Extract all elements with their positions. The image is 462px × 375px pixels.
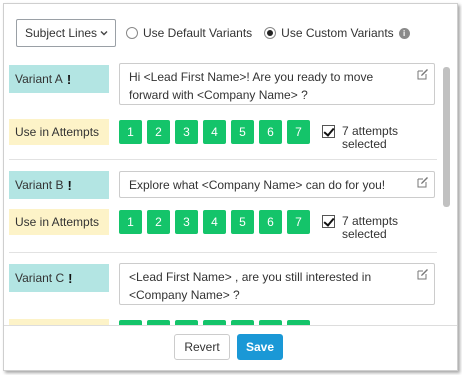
variant-label: Variant A ! xyxy=(9,65,109,93)
revert-button[interactable]: Revert xyxy=(174,334,230,360)
radio-custom-label: Use Custom Variants xyxy=(281,26,394,40)
chevron-down-icon xyxy=(100,31,108,36)
edit-icon[interactable] xyxy=(417,68,429,80)
attempt-button-1[interactable]: 1 xyxy=(119,210,142,234)
variant-message-text: <Lead First Name> , are you still intere… xyxy=(129,270,372,302)
attempt-button-3[interactable]: 3 xyxy=(175,120,198,144)
attempt-button-2[interactable]: 2 xyxy=(147,210,170,234)
select-all-attempts-checkbox[interactable] xyxy=(322,125,335,138)
scrollbar-thumb[interactable] xyxy=(443,67,450,207)
attempt-button-6[interactable]: 6 xyxy=(259,210,282,234)
type-select-value: Subject Lines xyxy=(25,26,98,40)
variant-label: Variant C ! xyxy=(9,264,109,292)
attempt-buttons: 1 2 3 4 5 6 7 xyxy=(119,120,315,144)
attempts-selected-count: 7 attempts selected xyxy=(342,214,399,241)
variant-mode-radios: Use Default Variants Use Custom Variants… xyxy=(126,26,410,40)
variant-message-text: Explore what <Company Name> can do for y… xyxy=(129,178,386,192)
radio-default-label: Use Default Variants xyxy=(143,26,253,40)
divider xyxy=(9,159,437,160)
footer-actions: Revert Save xyxy=(4,325,457,370)
warning-icon: ! xyxy=(66,71,72,87)
use-in-attempts-label: Use in Attempts xyxy=(9,119,109,145)
radio-custom-variants[interactable] xyxy=(264,27,277,39)
attempt-button-6[interactable]: 6 xyxy=(259,120,282,144)
attempt-button-7[interactable]: 7 xyxy=(287,210,310,234)
edit-icon[interactable] xyxy=(417,176,429,188)
info-icon[interactable]: i xyxy=(398,27,410,39)
variants-list[interactable]: Variant A ! Hi <Lead First Name>! Are yo… xyxy=(4,57,457,325)
variant-label: Variant B ! xyxy=(9,171,109,199)
variant-label-text: Variant A xyxy=(15,72,63,86)
attempt-button-4[interactable]: 4 xyxy=(203,210,226,234)
attempt-button-5[interactable]: 5 xyxy=(231,120,254,144)
edit-icon[interactable] xyxy=(417,268,429,280)
attempt-buttons: 1 2 3 4 5 6 7 xyxy=(119,210,315,234)
warning-icon: ! xyxy=(68,270,73,286)
use-in-attempts-text: Use in Attempts xyxy=(15,125,100,139)
attempt-button-5[interactable]: 5 xyxy=(231,210,254,234)
attempt-button-3[interactable]: 3 xyxy=(175,210,198,234)
variant-message-input[interactable]: Explore what <Company Name> can do for y… xyxy=(119,171,435,198)
save-button[interactable]: Save xyxy=(237,334,283,360)
header-controls: Subject Lines Use Default Variants Use C… xyxy=(16,19,410,47)
variant-editor-panel: Subject Lines Use Default Variants Use C… xyxy=(3,3,458,371)
attempt-button-2[interactable]: 2 xyxy=(147,120,170,144)
use-in-attempts-text: Use in Attempts xyxy=(15,215,100,229)
attempt-button-7[interactable]: 7 xyxy=(287,120,310,144)
warning-icon: ! xyxy=(67,177,72,193)
divider xyxy=(9,252,437,253)
select-all-attempts-checkbox[interactable] xyxy=(322,215,335,228)
variant-label-text: Variant C xyxy=(15,271,65,285)
variant-message-text: Hi <Lead First Name>! Are you ready to m… xyxy=(129,70,374,102)
attempts-selected-count: 7 attempts selected xyxy=(342,124,399,151)
variant-label-text: Variant B xyxy=(15,178,64,192)
variant-message-input[interactable]: <Lead First Name> , are you still intere… xyxy=(119,263,435,305)
attempt-button-4[interactable]: 4 xyxy=(203,120,226,144)
variant-message-input[interactable]: Hi <Lead First Name>! Are you ready to m… xyxy=(119,63,435,105)
type-select[interactable]: Subject Lines xyxy=(16,19,116,47)
use-in-attempts-label: Use in Attempts xyxy=(9,209,109,235)
attempt-button-1[interactable]: 1 xyxy=(119,120,142,144)
radio-default-variants[interactable] xyxy=(126,27,138,39)
